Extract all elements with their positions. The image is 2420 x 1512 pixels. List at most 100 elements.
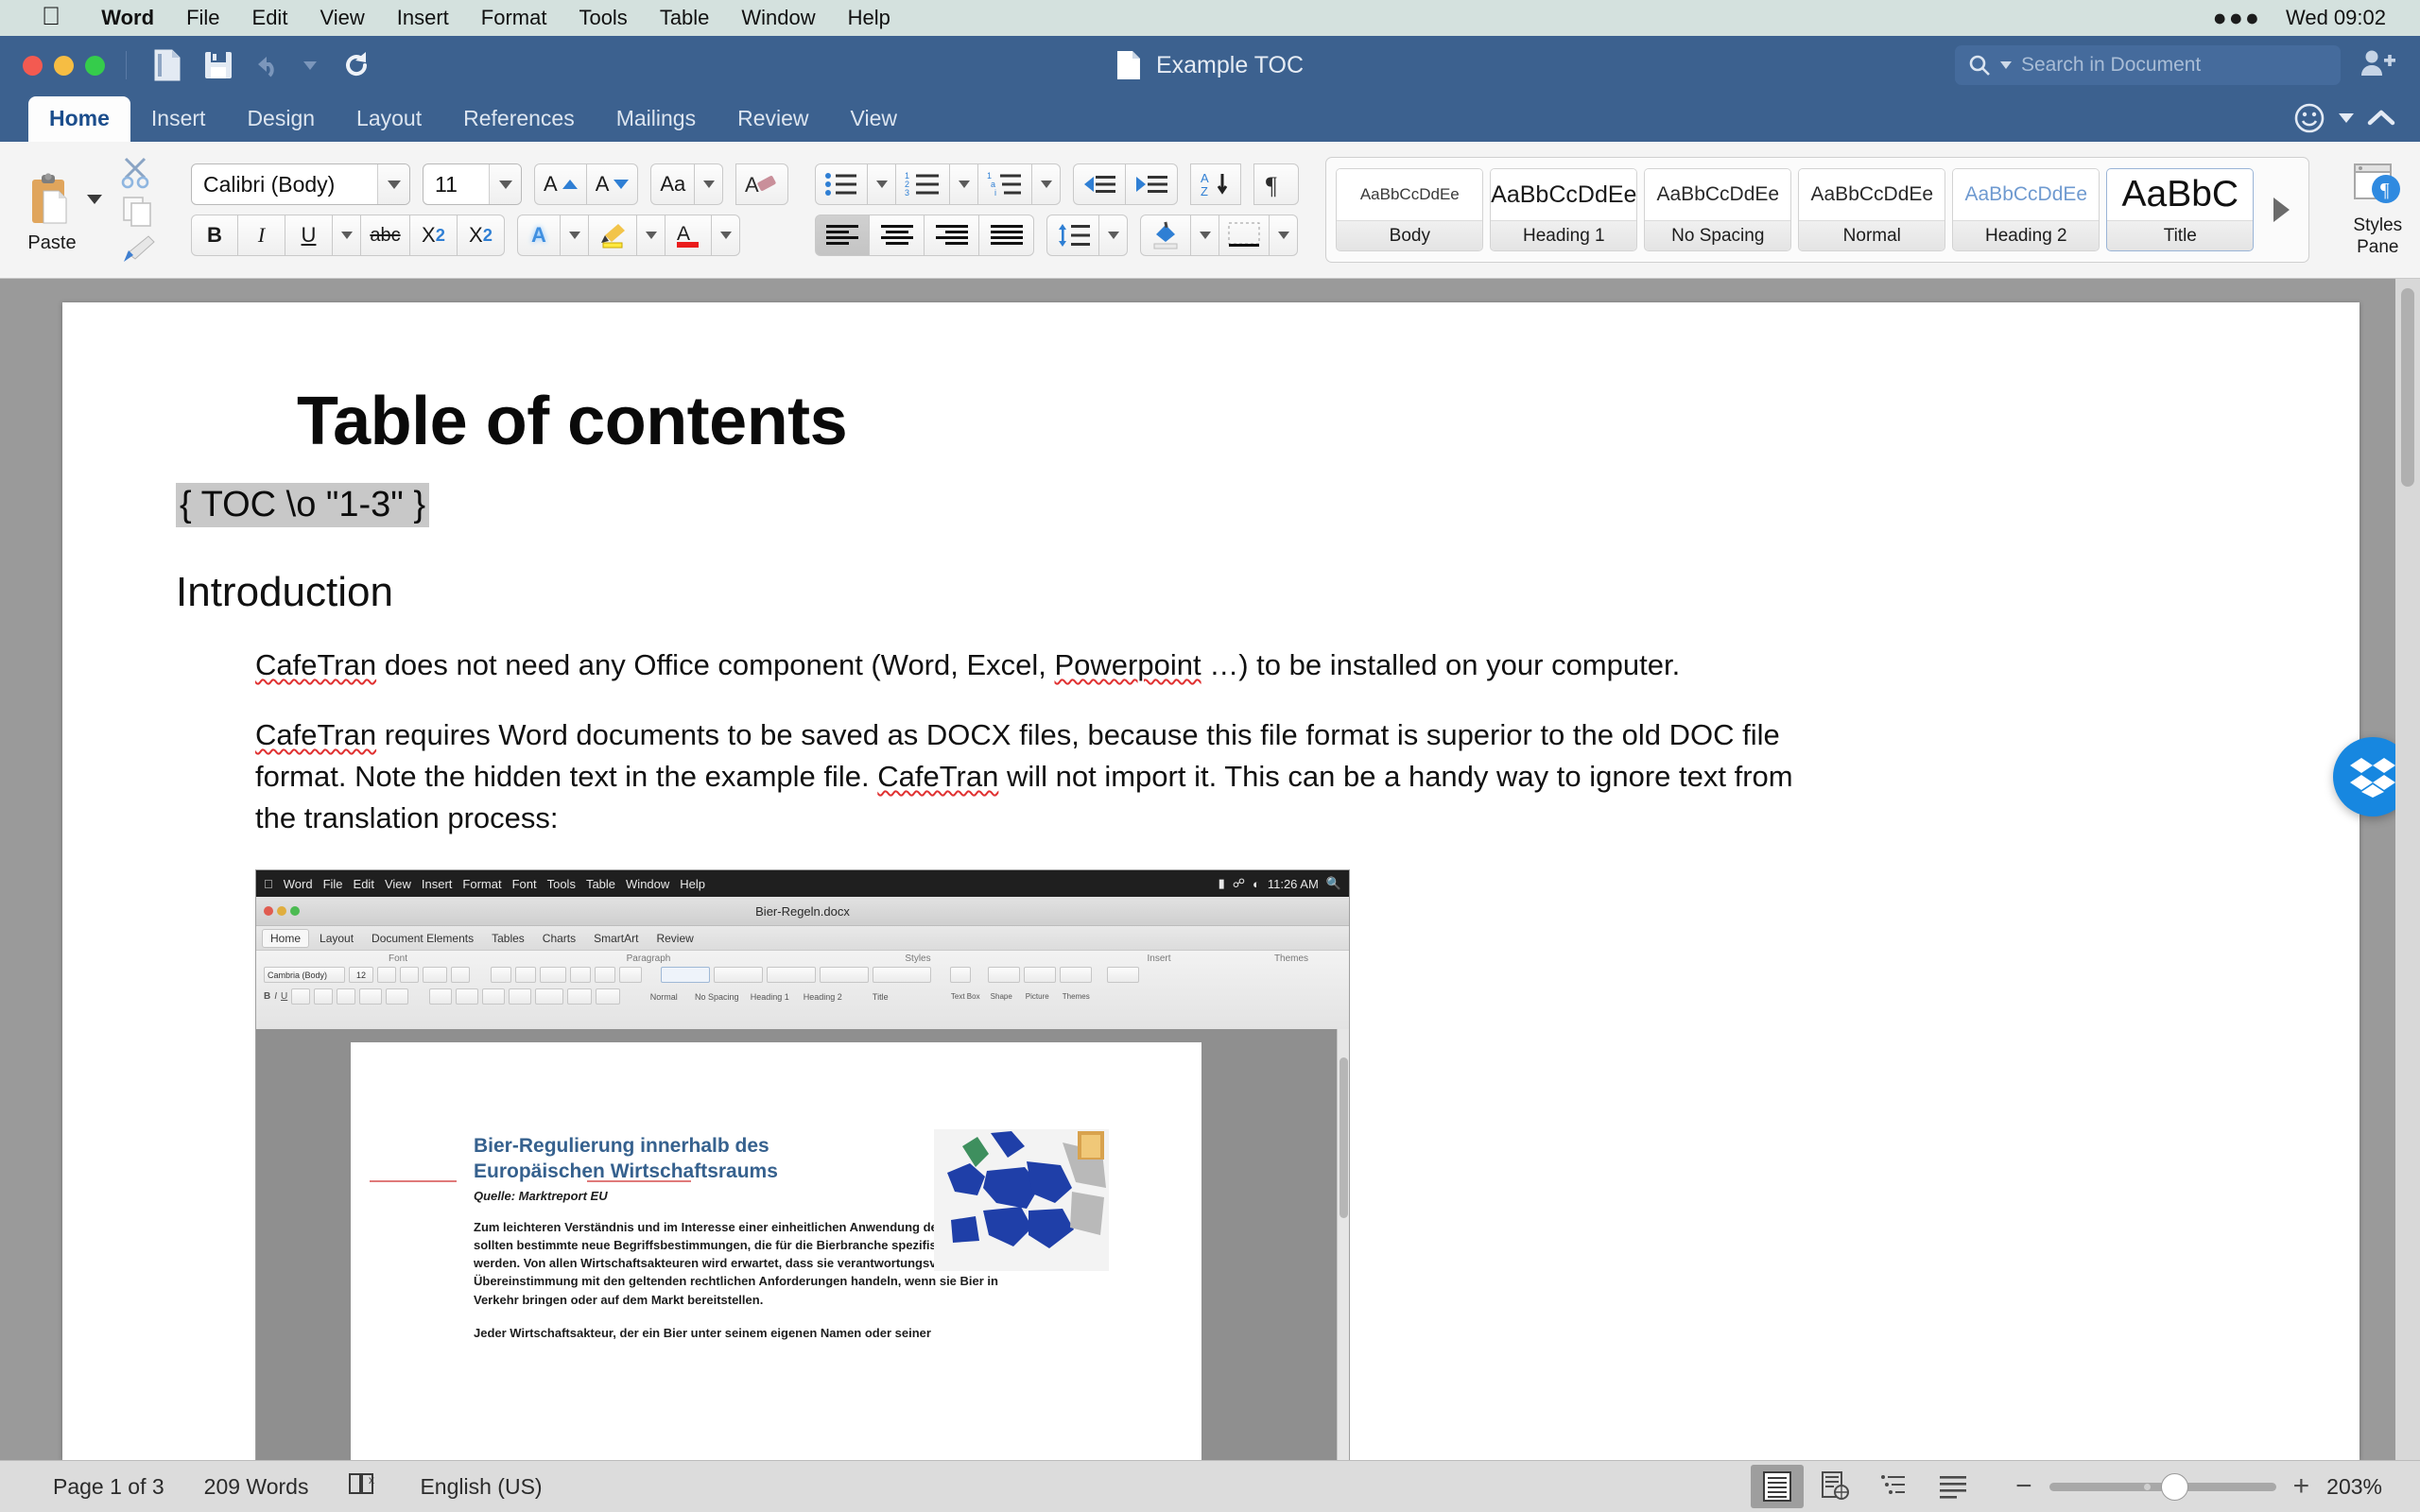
sort-az-icon[interactable]: AZ [1190, 163, 1241, 205]
paste-button[interactable]: Paste [0, 166, 104, 254]
highlighter-icon[interactable] [589, 215, 637, 256]
menu-table[interactable]: Table [644, 6, 726, 30]
page-indicator[interactable]: Page 1 of 3 [53, 1474, 164, 1500]
tab-mailings[interactable]: Mailings [596, 96, 717, 142]
underline-caret-icon[interactable] [333, 215, 361, 256]
shrink-font-icon[interactable]: A [587, 163, 639, 205]
undo-icon[interactable] [248, 45, 291, 85]
align-right-icon[interactable] [925, 215, 979, 256]
tab-references[interactable]: References [442, 96, 596, 142]
tab-home[interactable]: Home [28, 96, 130, 142]
undo-dropdown-caret[interactable] [299, 45, 321, 85]
justify-icon[interactable] [979, 215, 1034, 256]
language-indicator[interactable]: English (US) [420, 1474, 542, 1500]
borders-caret-icon[interactable] [1270, 215, 1298, 256]
outline-view-icon[interactable] [1868, 1465, 1921, 1508]
bold-button[interactable]: B [191, 215, 238, 256]
align-left-icon[interactable] [815, 215, 870, 256]
zoom-slider[interactable] [2049, 1483, 2276, 1491]
feedback-caret-icon[interactable] [2339, 113, 2354, 123]
minimize-button[interactable] [54, 56, 74, 76]
scrollbar-thumb[interactable] [2401, 288, 2414, 487]
borders-icon[interactable] [1219, 215, 1270, 256]
ellipsis-icon[interactable]: ●●● [2213, 5, 2261, 32]
search-input[interactable]: Search in Document [1955, 45, 2341, 85]
shading-icon[interactable] [1140, 215, 1191, 256]
document-page[interactable]: Table of contents { TOC \o "1-3" } Intro… [62, 302, 2360, 1460]
zoom-out-button[interactable]: − [2015, 1470, 2032, 1503]
cut-scissors-icon[interactable] [120, 157, 156, 189]
grow-font-icon[interactable]: A [534, 163, 587, 205]
draft-view-icon[interactable] [1927, 1465, 1979, 1508]
style-item-normal[interactable]: AaBbCcDdEe Normal [1798, 168, 1945, 251]
document-canvas[interactable]: Table of contents { TOC \o "1-3" } Intro… [0, 279, 2420, 1460]
menu-view[interactable]: View [303, 6, 380, 30]
zoom-percentage[interactable]: 203% [2326, 1474, 2382, 1500]
numbering-caret-icon[interactable] [950, 163, 978, 205]
change-case-icon[interactable]: Aa [650, 163, 695, 205]
menu-tools[interactable]: Tools [562, 6, 643, 30]
menu-insert[interactable]: Insert [381, 6, 465, 30]
decrease-indent-icon[interactable] [1073, 163, 1126, 205]
font-size-caret-icon[interactable] [489, 164, 521, 204]
sidebar-toggle-icon[interactable] [146, 45, 189, 85]
menu-word[interactable]: Word [85, 6, 170, 30]
shading-caret-icon[interactable] [1191, 215, 1219, 256]
menu-file[interactable]: File [170, 6, 235, 30]
search-scope-caret[interactable] [2000, 61, 2012, 69]
zoom-in-button[interactable]: + [2293, 1470, 2310, 1503]
paste-dropdown-caret[interactable] [87, 195, 102, 204]
italic-button[interactable]: I [238, 215, 285, 256]
embedded-screenshot-image[interactable]:  Word File Edit View Insert Format Font… [255, 869, 1350, 1460]
clear-formatting-icon[interactable]: A [735, 163, 788, 205]
multilevel-caret-icon[interactable] [1032, 163, 1061, 205]
zoom-slider-knob[interactable] [2161, 1473, 2188, 1501]
bulleted-list-icon[interactable] [815, 163, 868, 205]
document-scrollbar[interactable] [2395, 279, 2420, 1460]
format-painter-icon[interactable] [120, 234, 156, 263]
tab-layout[interactable]: Layout [336, 96, 442, 142]
smiley-icon[interactable] [2293, 102, 2325, 134]
tab-design[interactable]: Design [226, 96, 336, 142]
proofing-errors-icon[interactable]: x [348, 1470, 380, 1503]
underline-button[interactable]: U [285, 215, 333, 256]
font-size-combo[interactable]: 11 [423, 163, 522, 205]
apple-logo-icon[interactable]:  [42, 4, 60, 33]
tab-review[interactable]: Review [717, 96, 829, 142]
strikethrough-button[interactable]: abc [361, 215, 410, 256]
menu-edit[interactable]: Edit [236, 6, 304, 30]
numbered-list-icon[interactable]: 123 [896, 163, 950, 205]
bullets-caret-icon[interactable] [868, 163, 896, 205]
align-center-icon[interactable] [870, 215, 925, 256]
menu-help[interactable]: Help [832, 6, 907, 30]
font-color-caret-icon[interactable] [712, 215, 740, 256]
highlight-caret-icon[interactable] [637, 215, 666, 256]
save-icon[interactable] [197, 45, 240, 85]
text-effects-icon[interactable]: A [517, 215, 561, 256]
styles-pane-button[interactable]: ¶ Styles Pane [2326, 163, 2420, 258]
style-item-heading2[interactable]: AaBbCcDdEe Heading 2 [1952, 168, 2100, 251]
font-name-combo[interactable]: Calibri (Body) [191, 163, 410, 205]
menu-window[interactable]: Window [725, 6, 831, 30]
menu-bar-clock[interactable]: Wed 09:02 [2286, 6, 2386, 30]
web-layout-view-icon[interactable] [1809, 1465, 1862, 1508]
tab-insert[interactable]: Insert [130, 96, 227, 142]
style-item-heading1[interactable]: AaBbCcDdEe Heading 1 [1490, 168, 1637, 251]
line-spacing-caret-icon[interactable] [1099, 215, 1128, 256]
text-effects-caret-icon[interactable] [561, 215, 589, 256]
copy-icon[interactable] [122, 196, 154, 228]
style-item-body[interactable]: AaBbCcDdEe Body [1336, 168, 1483, 251]
zoom-button[interactable] [85, 56, 105, 76]
redo-icon[interactable] [335, 45, 378, 85]
show-paragraph-marks-icon[interactable]: ¶ [1253, 163, 1299, 205]
chevron-up-icon[interactable] [2367, 108, 2395, 129]
multilevel-list-icon[interactable]: 1ai [978, 163, 1032, 205]
font-color-icon[interactable]: A [666, 215, 712, 256]
add-person-icon[interactable] [2360, 48, 2395, 83]
close-button[interactable] [23, 56, 43, 76]
toc-field[interactable]: { TOC \o "1-3" } [176, 483, 429, 527]
superscript-button[interactable]: X2 [458, 215, 505, 256]
style-item-title[interactable]: AaBbC Title [2106, 168, 2254, 251]
font-name-caret-icon[interactable] [377, 164, 409, 204]
word-count[interactable]: 209 Words [204, 1474, 309, 1500]
